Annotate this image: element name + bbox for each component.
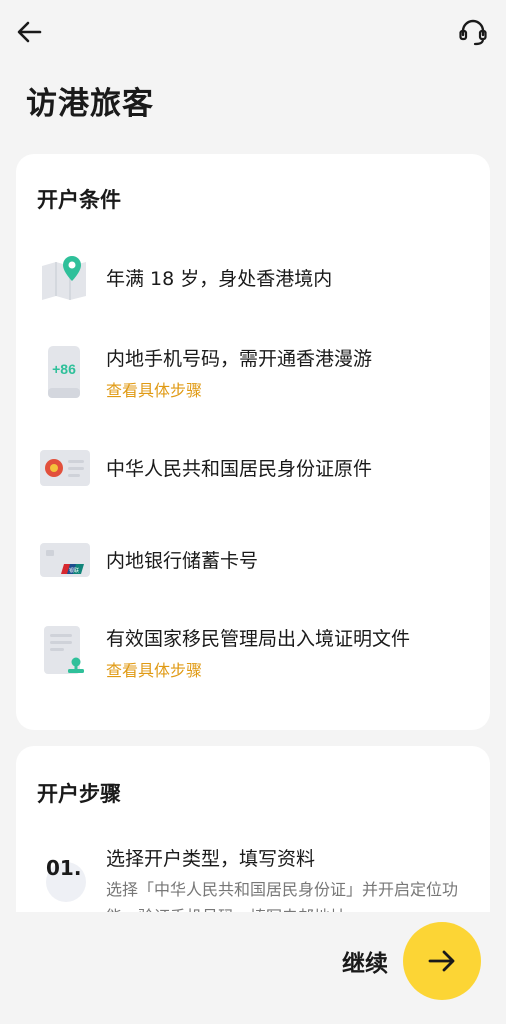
headset-icon: [459, 19, 487, 46]
conditions-card: 开户条件 年满 18 岁，身处香港境内 +86 内地手机号码，需开通香港漫游 查…: [16, 154, 490, 730]
map-pin-icon: [38, 250, 94, 306]
condition-text: 有效国家移民管理局出入境证明文件: [106, 628, 411, 650]
conditions-title: 开户条件: [37, 188, 121, 212]
arrow-left-icon: [17, 21, 42, 43]
view-steps-link-exit-entry[interactable]: 查看具体步骤: [106, 657, 202, 681]
id-card-icon: [38, 440, 94, 496]
step-number: 01.: [46, 856, 82, 880]
phone-icon: +86: [38, 344, 94, 400]
continue-label[interactable]: 继续: [342, 944, 388, 978]
steps-title: 开户步骤: [37, 782, 121, 806]
phone-icon-text: +86: [52, 361, 76, 377]
continue-button[interactable]: [403, 922, 481, 1000]
page-title: 访港旅客: [26, 86, 154, 122]
arrow-right-icon: [428, 950, 455, 972]
view-steps-link-roaming[interactable]: 查看具体步骤: [106, 377, 202, 401]
bank-card-icon: 银联: [38, 532, 94, 588]
page: 访港旅客 开户条件 年满 18 岁，身处香港境内 +86 内地手机号码，需开通香…: [0, 0, 506, 1024]
step-title: 选择开户类型，填写资料: [106, 848, 316, 870]
top-bar: [0, 0, 506, 64]
condition-text: 内地手机号码，需开通香港漫游: [106, 348, 373, 370]
customer-support-button[interactable]: [456, 16, 490, 50]
unionpay-logo-text: 银联: [69, 567, 79, 574]
condition-text: 年满 18 岁，身处香港境内: [106, 268, 333, 290]
condition-text: 内地银行储蓄卡号: [106, 550, 259, 572]
document-stamp-icon: [38, 624, 94, 680]
condition-text: 中华人民共和国居民身份证原件: [106, 458, 373, 480]
back-button[interactable]: [14, 16, 46, 48]
